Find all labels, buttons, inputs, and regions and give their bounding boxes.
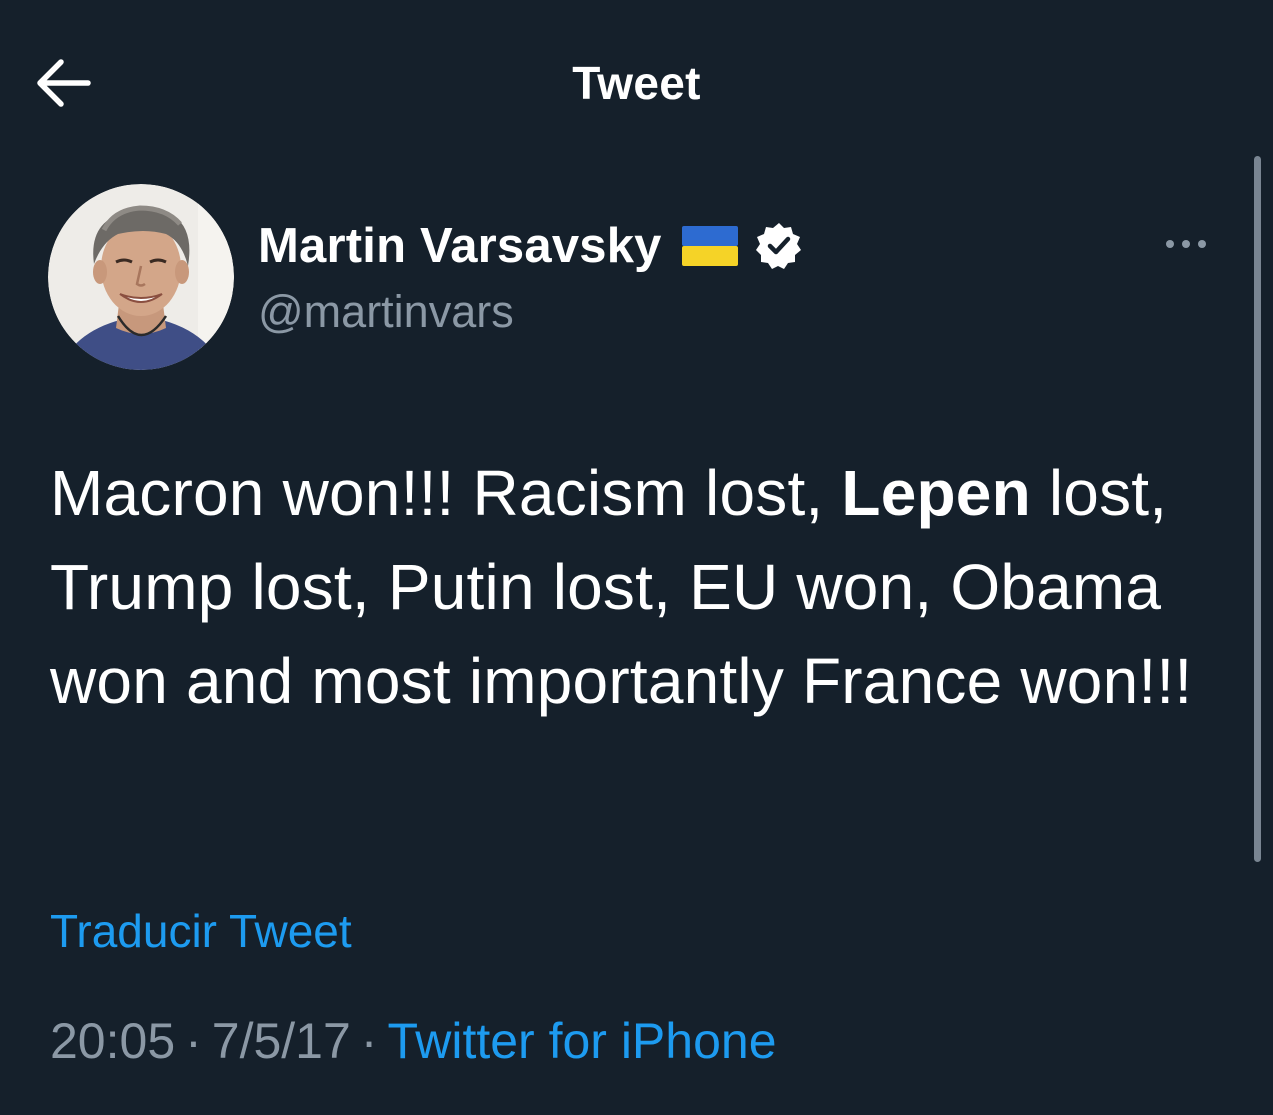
profile-photo [48, 184, 234, 370]
tweet-text-bold: Lepen [841, 457, 1031, 529]
tweet-text-part: Macron won!!! Racism lost, [50, 457, 842, 529]
translate-tweet-link[interactable]: Traducir Tweet [50, 904, 352, 958]
display-name[interactable]: Martin Varsavsky [258, 218, 662, 274]
tweet-date: 7/5/17 [211, 1013, 351, 1069]
scrollbar-thumb[interactable] [1254, 156, 1261, 862]
tweet-metadata: 20:05 · 7/5/17 · Twitter for iPhone [50, 1012, 777, 1070]
author-name-row: Martin Varsavsky [258, 216, 804, 276]
more-horizontal-icon [1166, 240, 1206, 248]
avatar[interactable] [48, 184, 234, 370]
tweet-time: 20:05 [50, 1013, 176, 1069]
top-bar: Tweet [0, 0, 1273, 160]
separator: · [185, 1013, 202, 1069]
separator: · [360, 1013, 378, 1069]
tweet-source-link[interactable]: Twitter for iPhone [387, 1013, 776, 1069]
tweet-detail-page: Tweet Martin Varsavsky @martinvars Macro… [0, 0, 1273, 1115]
tweet-text: Macron won!!! Racism lost, Lepen lost, T… [50, 446, 1230, 728]
verified-badge-icon [754, 221, 804, 271]
user-handle[interactable]: @martinvars [258, 286, 514, 338]
page-title: Tweet [572, 57, 701, 109]
ukraine-flag-icon [681, 226, 738, 266]
more-options-button[interactable] [1160, 222, 1212, 266]
scrollbar[interactable] [1252, 150, 1264, 870]
